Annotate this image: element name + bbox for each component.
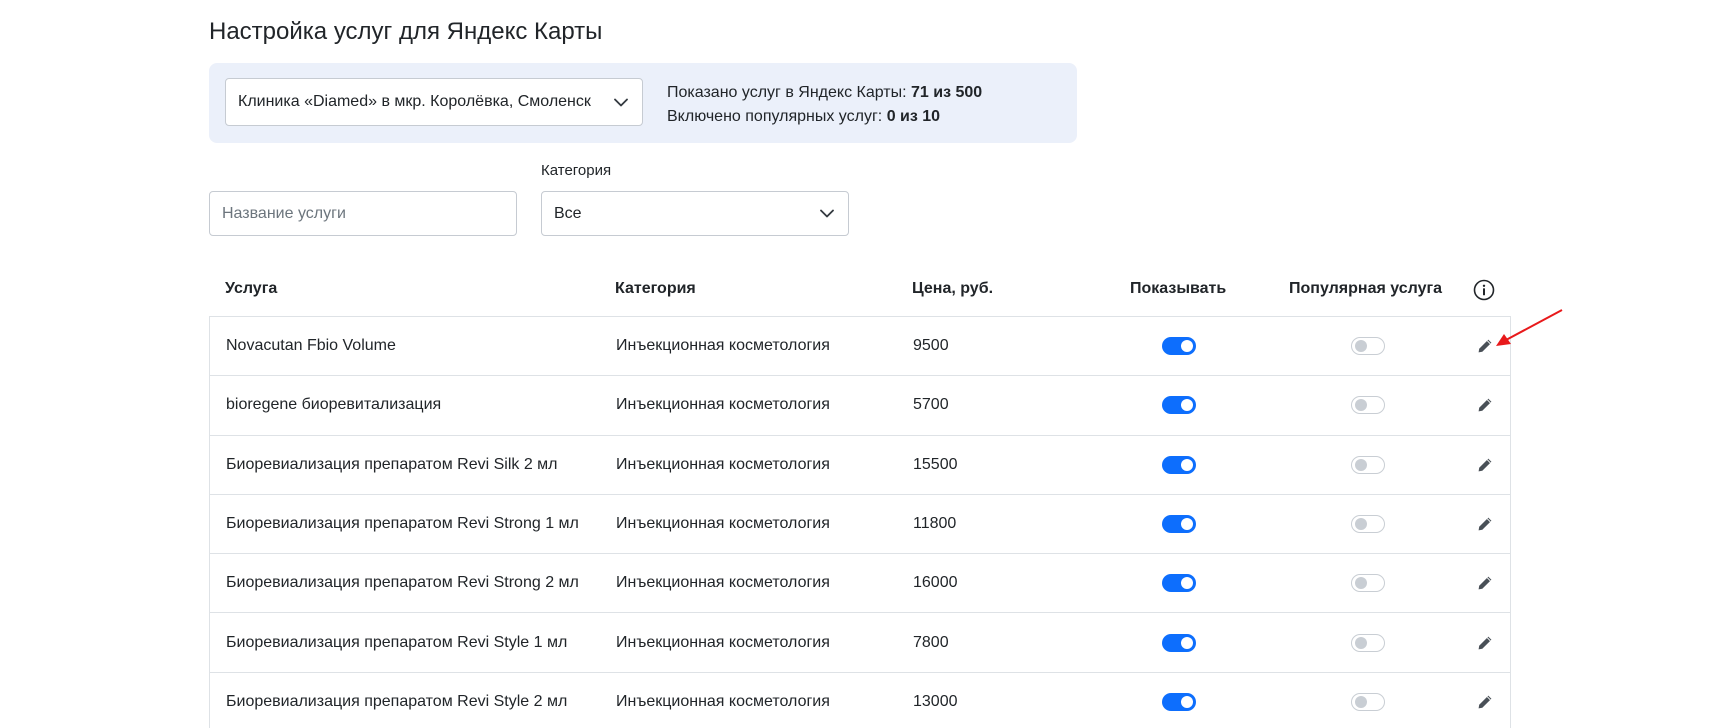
show-toggle-cell bbox=[1162, 317, 1196, 375]
show-toggle-cell bbox=[1162, 376, 1196, 434]
chevron-down-icon bbox=[818, 205, 836, 223]
popular-toggle-cell bbox=[1351, 376, 1385, 434]
table-row: Биоревиализация препаратом Revi Silk 2 м… bbox=[210, 436, 1510, 495]
show-toggle[interactable] bbox=[1162, 396, 1196, 415]
show-toggle-cell bbox=[1162, 613, 1196, 671]
popular-toggle-cell bbox=[1351, 554, 1385, 612]
show-toggle[interactable] bbox=[1162, 633, 1196, 652]
clinic-select-value: Клиника «Diamed» в мкр. Королёвка, Смоле… bbox=[238, 93, 591, 110]
info-circle-icon[interactable] bbox=[1473, 279, 1495, 301]
edit-button[interactable] bbox=[1474, 613, 1496, 671]
popular-services-stat: Включено популярных услуг: 0 из 10 bbox=[667, 105, 982, 129]
header-popular: Популярная услуга bbox=[1289, 280, 1443, 297]
popular-services-value: 0 из 10 bbox=[886, 108, 941, 125]
service-name: Биоревиализация препаратом Revi Style 1 … bbox=[226, 633, 568, 651]
pencil-icon bbox=[1478, 636, 1492, 650]
show-toggle-cell bbox=[1162, 436, 1196, 494]
popular-toggle-cell bbox=[1351, 673, 1385, 728]
show-toggle[interactable] bbox=[1162, 455, 1196, 474]
pencil-icon bbox=[1478, 458, 1492, 472]
popular-toggle[interactable] bbox=[1351, 455, 1385, 474]
show-toggle-cell bbox=[1162, 495, 1196, 553]
popular-toggle-cell bbox=[1351, 613, 1385, 671]
service-category: Инъекционная косметология bbox=[616, 574, 830, 592]
category-filter-select[interactable]: Все bbox=[541, 191, 849, 236]
popular-toggle[interactable] bbox=[1351, 633, 1385, 652]
table-row: Биоревиализация препаратом Revi Style 2 … bbox=[210, 673, 1510, 728]
show-toggle[interactable] bbox=[1162, 515, 1196, 534]
pencil-icon bbox=[1478, 576, 1492, 590]
service-name: Биоревиализация препаратом Revi Strong 2… bbox=[226, 574, 579, 592]
table-row: Биоревиализация препаратом Revi Style 1 … bbox=[210, 613, 1510, 673]
popular-toggle[interactable] bbox=[1351, 692, 1385, 711]
popular-toggle[interactable] bbox=[1351, 515, 1385, 534]
edit-button[interactable] bbox=[1474, 495, 1496, 553]
category-filter-label: Категория bbox=[541, 162, 612, 179]
header-price: Цена, руб. bbox=[912, 280, 994, 297]
service-category: Инъекционная косметология bbox=[616, 692, 830, 710]
show-toggle-cell bbox=[1162, 554, 1196, 612]
edit-button[interactable] bbox=[1474, 673, 1496, 728]
popular-services-label: Включено популярных услуг: bbox=[667, 108, 887, 125]
service-price: 5700 bbox=[913, 396, 949, 414]
pencil-icon bbox=[1478, 339, 1492, 353]
header-service: Услуга bbox=[225, 280, 278, 297]
service-category: Инъекционная косметология bbox=[616, 455, 830, 473]
service-category: Инъекционная косметология bbox=[616, 515, 830, 533]
pencil-icon bbox=[1478, 517, 1492, 531]
popular-toggle-cell bbox=[1351, 317, 1385, 375]
service-price: 13000 bbox=[913, 692, 958, 710]
show-toggle-cell bbox=[1162, 673, 1196, 728]
show-toggle[interactable] bbox=[1162, 692, 1196, 711]
table-row: Novacutan Fbio Volume Инъекционная космет… bbox=[210, 317, 1510, 377]
services-table-body: Novacutan Fbio Volume Инъекционная космет… bbox=[209, 316, 1511, 728]
service-price: 15500 bbox=[913, 455, 958, 473]
table-header: Услуга Категория Цена, руб. Показывать П… bbox=[209, 270, 1511, 316]
service-name: bioregene биоревитализация bbox=[226, 396, 442, 414]
service-category: Инъекционная косметология bbox=[616, 396, 830, 414]
table-row: Биоревиализация препаратом Revi Strong 1… bbox=[210, 495, 1510, 555]
service-name: Биоревиализация препаратом Revi Style 2 … bbox=[226, 692, 568, 710]
service-category: Инъекционная косметология bbox=[616, 633, 830, 651]
service-category: Инъекционная косметология bbox=[616, 337, 830, 355]
table-row: Биоревиализация препаратом Revi Strong 2… bbox=[210, 554, 1510, 614]
header-category: Категория bbox=[615, 280, 696, 297]
services-stats: Показано услуг в Яндекс Карты: 71 из 500… bbox=[667, 81, 982, 129]
annotation-arrow-icon bbox=[1496, 309, 1563, 346]
shown-services-stat: Показано услуг в Яндекс Карты: 71 из 500 bbox=[667, 81, 982, 105]
popular-toggle-cell bbox=[1351, 436, 1385, 494]
popular-toggle[interactable] bbox=[1351, 574, 1385, 593]
pencil-icon bbox=[1478, 399, 1492, 412]
popular-toggle-cell bbox=[1351, 495, 1385, 553]
category-filter-value: Все bbox=[554, 204, 582, 222]
service-price: 11800 bbox=[913, 515, 957, 533]
service-price: 16000 bbox=[913, 574, 958, 592]
chevron-down-icon bbox=[612, 93, 630, 111]
page-title: Настройка услуг для Яндекс Карты bbox=[209, 18, 603, 45]
popular-toggle[interactable] bbox=[1351, 337, 1385, 356]
popular-toggle[interactable] bbox=[1351, 396, 1385, 415]
service-name-search-input[interactable] bbox=[209, 191, 517, 236]
show-toggle[interactable] bbox=[1162, 337, 1196, 356]
pencil-icon bbox=[1478, 695, 1492, 709]
service-price: 9500 bbox=[913, 337, 949, 355]
service-price: 7800 bbox=[913, 633, 949, 651]
info-panel: Клиника «Diamed» в мкр. Королёвка, Смоле… bbox=[209, 63, 1077, 143]
shown-services-label: Показано услуг в Яндекс Карты: bbox=[667, 84, 911, 101]
service-name: Novacutan Fbio Volume bbox=[226, 337, 396, 355]
edit-button[interactable] bbox=[1474, 436, 1496, 494]
service-name: Биоревиализация препаратом Revi Silk 2 м… bbox=[226, 455, 558, 473]
shown-services-value: 71 из 500 bbox=[911, 84, 983, 101]
table-row: bioregene биоревитализация Инъекционная к… bbox=[210, 376, 1510, 436]
clinic-select[interactable]: Клиника «Diamed» в мкр. Королёвка, Смоле… bbox=[225, 78, 643, 126]
service-name: Биоревиализация препаратом Revi Strong 1… bbox=[226, 515, 579, 533]
edit-button[interactable] bbox=[1474, 376, 1496, 434]
show-toggle[interactable] bbox=[1162, 574, 1196, 593]
edit-button[interactable] bbox=[1474, 554, 1496, 612]
header-show: Показывать bbox=[1130, 280, 1227, 297]
